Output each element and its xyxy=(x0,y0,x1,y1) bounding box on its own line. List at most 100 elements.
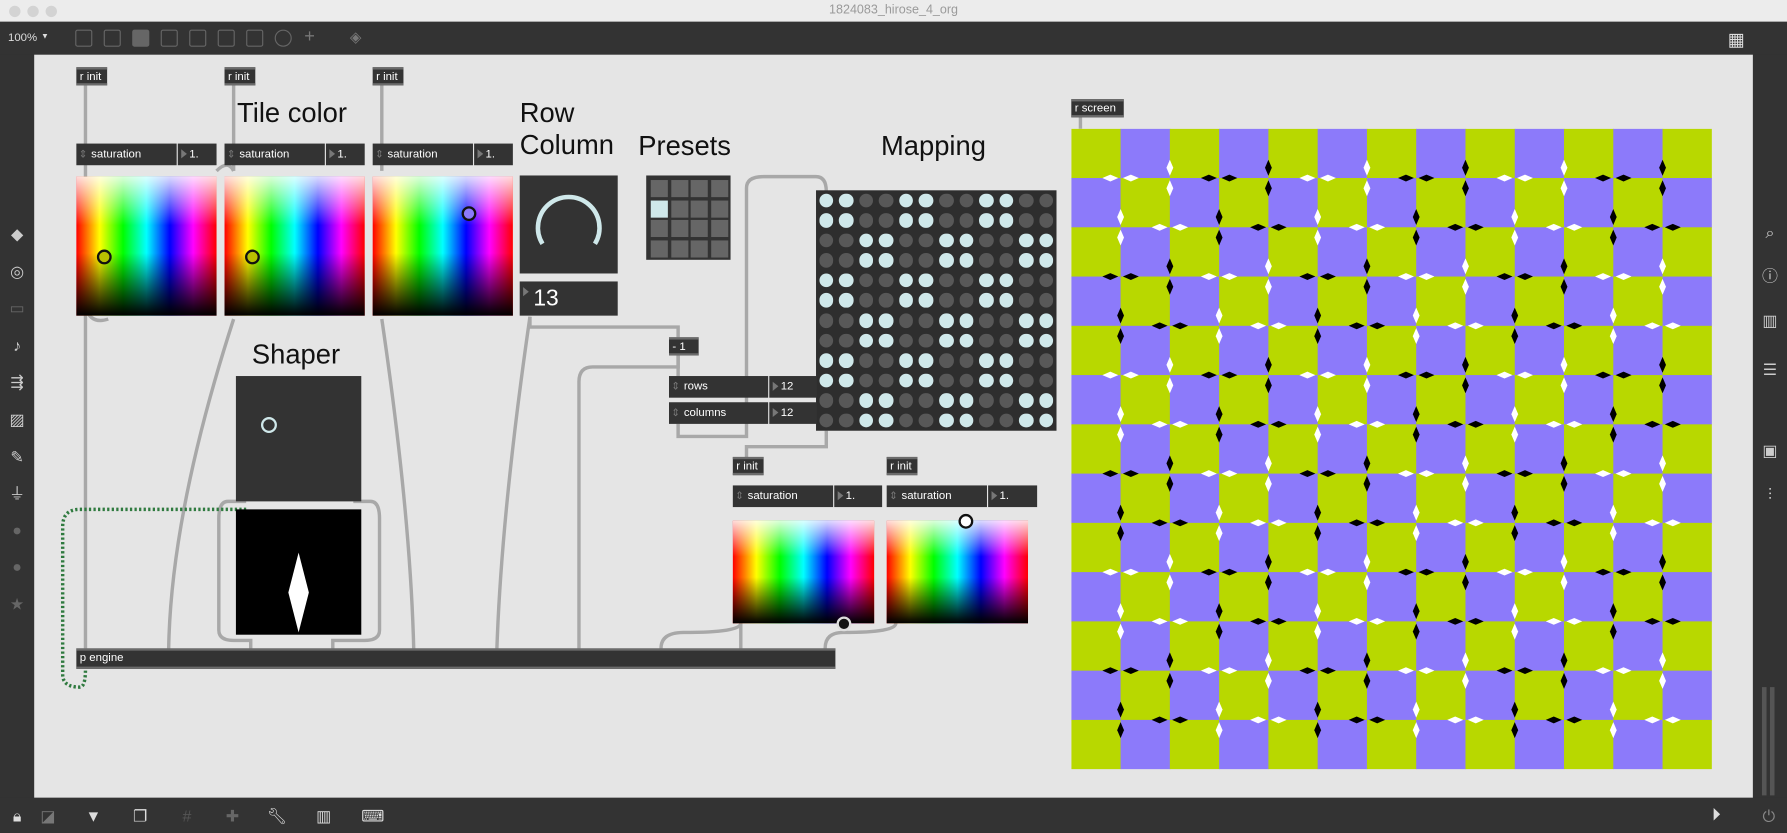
rows-number[interactable]: 12 xyxy=(769,376,817,398)
minus-one-object[interactable]: - 1 xyxy=(669,337,699,356)
shaper-pad[interactable] xyxy=(235,376,362,502)
mapping-cell[interactable] xyxy=(1019,213,1034,228)
mapping-cell[interactable] xyxy=(1039,293,1054,308)
patch-cord[interactable] xyxy=(744,430,828,457)
mapping-cell[interactable] xyxy=(939,253,954,268)
mapping-cell[interactable] xyxy=(919,253,934,268)
mapping-cell[interactable] xyxy=(878,413,894,428)
mapping-cell[interactable] xyxy=(1039,353,1054,368)
mapping-cell[interactable] xyxy=(999,213,1014,228)
mapping-cell[interactable] xyxy=(1019,353,1034,368)
mapping-cell[interactable] xyxy=(818,373,834,388)
mapping-cell[interactable] xyxy=(1039,313,1054,328)
patch-cord[interactable] xyxy=(659,622,743,649)
mapping-cell[interactable] xyxy=(858,213,874,228)
mapping-cell[interactable] xyxy=(979,313,994,328)
mapping-cell[interactable] xyxy=(999,293,1014,308)
mapping-cell[interactable] xyxy=(959,233,974,248)
mapping-cell[interactable] xyxy=(818,353,834,368)
mapping-cell[interactable] xyxy=(1019,193,1034,208)
mapping-cell[interactable] xyxy=(878,253,894,268)
mapping-cell[interactable] xyxy=(939,213,954,228)
saturation-number[interactable]: 1. xyxy=(988,485,1038,508)
mapping-cell[interactable] xyxy=(818,413,834,428)
mapping-cell[interactable] xyxy=(1019,253,1034,268)
mapping-cell[interactable] xyxy=(899,293,914,308)
preset-slot[interactable] xyxy=(710,199,728,218)
mapping-cell[interactable] xyxy=(899,273,914,288)
preset-slot[interactable] xyxy=(670,239,688,257)
mapping-cell[interactable] xyxy=(1039,333,1054,348)
mapping-cell[interactable] xyxy=(899,333,914,348)
mapping-cell[interactable] xyxy=(979,213,994,228)
mapping-cell[interactable] xyxy=(838,413,854,428)
mapping-cell[interactable] xyxy=(959,373,974,388)
mapping-cell[interactable] xyxy=(979,333,994,348)
mapping-cell[interactable] xyxy=(858,293,874,308)
mapping-cell[interactable] xyxy=(878,233,894,248)
color-picker[interactable] xyxy=(886,513,1029,624)
r-screen-object[interactable]: r screen xyxy=(1071,99,1124,118)
mapping-cell[interactable] xyxy=(939,353,954,368)
mapping-cell[interactable] xyxy=(939,233,954,248)
color-picker[interactable] xyxy=(224,176,365,316)
mapping-cell[interactable] xyxy=(858,353,874,368)
mapping-cell[interactable] xyxy=(999,253,1014,268)
mapping-cell[interactable] xyxy=(858,253,874,268)
mapping-cell[interactable] xyxy=(818,393,834,408)
mapping-cell[interactable] xyxy=(1039,233,1054,248)
mapping-cell[interactable] xyxy=(818,213,834,228)
mapping-cell[interactable] xyxy=(939,393,954,408)
mapping-cell[interactable] xyxy=(1019,393,1034,408)
saturation-menu[interactable]: saturation xyxy=(732,485,834,508)
mapping-cell[interactable] xyxy=(979,253,994,268)
mapping-cell[interactable] xyxy=(878,273,894,288)
r-init-object[interactable]: r init xyxy=(76,67,108,86)
mapping-cell[interactable] xyxy=(979,273,994,288)
mapping-cell[interactable] xyxy=(1019,373,1034,388)
mapping-cell[interactable] xyxy=(919,273,934,288)
mapping-cell[interactable] xyxy=(919,373,934,388)
mapping-cell[interactable] xyxy=(999,353,1014,368)
mapping-cell[interactable] xyxy=(838,393,854,408)
color-picker-handle[interactable] xyxy=(245,249,260,265)
mapping-cell[interactable] xyxy=(979,393,994,408)
color-picker[interactable] xyxy=(76,176,217,316)
mapping-cell[interactable] xyxy=(919,193,934,208)
mapping-cell[interactable] xyxy=(959,353,974,368)
saturation-menu[interactable]: saturation xyxy=(886,485,987,508)
mapping-cell[interactable] xyxy=(1039,373,1054,388)
mapping-cell[interactable] xyxy=(878,293,894,308)
saturation-menu[interactable]: saturation xyxy=(76,143,177,166)
preset-slot[interactable] xyxy=(650,219,668,238)
mapping-cell[interactable] xyxy=(959,313,974,328)
mapping-cell[interactable] xyxy=(939,333,954,348)
mapping-cell[interactable] xyxy=(919,353,934,368)
mapping-cell[interactable] xyxy=(919,213,934,228)
mapping-cell[interactable] xyxy=(959,253,974,268)
mapping-cell[interactable] xyxy=(838,193,854,208)
mapping-cell[interactable] xyxy=(878,393,894,408)
preset-slot[interactable] xyxy=(690,199,708,218)
preset-slot[interactable] xyxy=(710,219,728,238)
mapping-matrix[interactable] xyxy=(816,190,1057,431)
mapping-cell[interactable] xyxy=(939,373,954,388)
mapping-cell[interactable] xyxy=(838,293,854,308)
mapping-cell[interactable] xyxy=(939,413,954,428)
mapping-cell[interactable] xyxy=(899,213,914,228)
mapping-cell[interactable] xyxy=(858,373,874,388)
mapping-cell[interactable] xyxy=(858,193,874,208)
mapping-cell[interactable] xyxy=(999,313,1014,328)
columns-number[interactable]: 12 xyxy=(769,402,817,424)
mapping-cell[interactable] xyxy=(999,373,1014,388)
mapping-cell[interactable] xyxy=(878,353,894,368)
mapping-cell[interactable] xyxy=(838,273,854,288)
mapping-cell[interactable] xyxy=(818,313,834,328)
patch-cord[interactable] xyxy=(215,163,236,173)
patch-cord[interactable] xyxy=(528,316,680,338)
r-init-object[interactable]: r init xyxy=(732,456,764,476)
mapping-cell[interactable] xyxy=(959,213,974,228)
mapping-cell[interactable] xyxy=(1019,313,1034,328)
mapping-cell[interactable] xyxy=(838,313,854,328)
mapping-cell[interactable] xyxy=(899,353,914,368)
